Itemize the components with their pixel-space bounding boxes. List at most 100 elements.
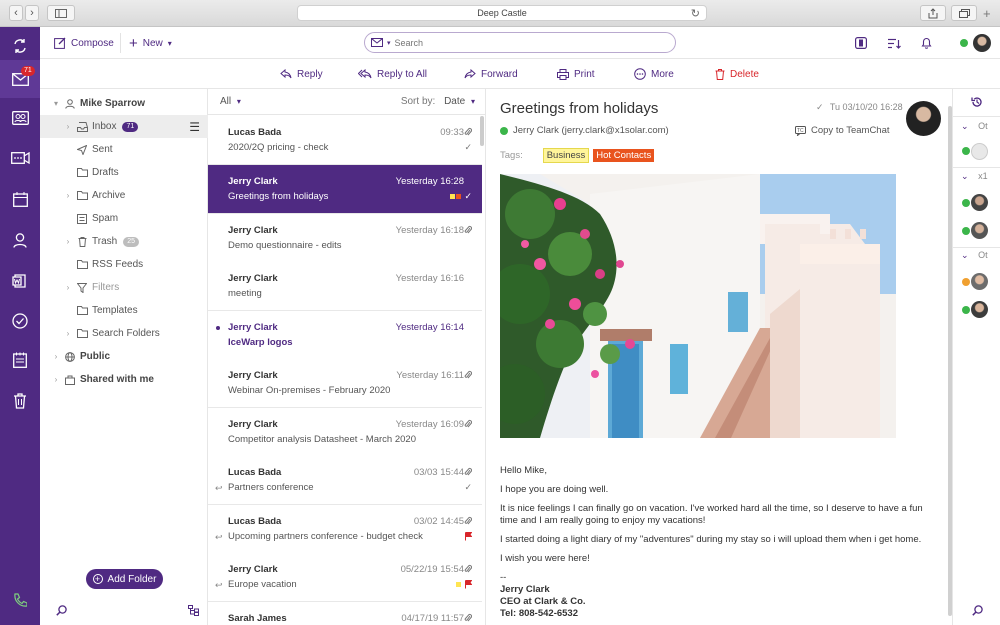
contact-avatar[interactable]	[971, 301, 988, 318]
expand-arrow-icon[interactable]: ›	[50, 352, 62, 361]
tag-hot-contacts[interactable]: Hot Contacts	[593, 149, 655, 162]
collapse-arrow-icon[interactable]: ▾	[50, 99, 62, 108]
globe-icon	[62, 351, 78, 362]
message-row[interactable]: Lucas Bada 03/02 14:45 ↩ Upcoming partne…	[208, 505, 482, 554]
contact-group-1[interactable]: ⌄ Ot	[961, 121, 988, 132]
new-tab-icon[interactable]: +	[983, 6, 991, 21]
forward-button[interactable]: Forward	[464, 59, 518, 89]
expand-arrow-icon[interactable]: ›	[62, 237, 74, 246]
folder-rss[interactable]: RSS Feeds	[40, 253, 208, 276]
hamburger-icon[interactable]: ☰	[189, 120, 200, 134]
contact-avatar[interactable]	[971, 273, 988, 290]
reply-button[interactable]: Reply	[280, 59, 323, 89]
folder-templates[interactable]: Templates	[40, 299, 208, 322]
folder-search-icon[interactable]	[56, 605, 67, 619]
rail-video[interactable]	[0, 139, 40, 177]
delete-button[interactable]: Delete	[715, 59, 759, 89]
expand-arrow-icon[interactable]: ›	[62, 283, 74, 292]
sender-avatar[interactable]	[906, 101, 941, 136]
filters-label: Filters	[92, 282, 120, 293]
message-row[interactable]: Jerry Clark Yesterday 16:09 Competitor a…	[208, 408, 482, 457]
message-row[interactable]: Jerry Clark Yesterday 16:18 Demo questio…	[208, 214, 482, 263]
history-icon[interactable]	[971, 96, 983, 111]
expand-arrow-icon[interactable]: ›	[50, 375, 62, 384]
reload-icon[interactable]: ↻	[691, 7, 700, 20]
sort-value: Date	[444, 96, 466, 107]
expand-arrow-icon[interactable]: ›	[62, 191, 74, 200]
search-dropdown-icon[interactable]: ▾	[387, 39, 391, 47]
public-node[interactable]: › Public	[40, 345, 208, 368]
folder-tree-icon[interactable]	[188, 605, 199, 619]
filter-settings-button[interactable]	[888, 27, 901, 59]
sort-dropdown[interactable]: Sort by: Date ▾	[401, 96, 475, 107]
tabs-button[interactable]	[951, 5, 977, 21]
email-body: Hello Mike, I hope you are doing well. I…	[500, 465, 940, 620]
rail-contacts[interactable]	[0, 99, 40, 137]
user-icon	[62, 98, 78, 109]
rail-phone[interactable]	[0, 581, 40, 619]
email-sender[interactable]: Jerry Clark (jerry.clark@x1solar.com)	[500, 125, 669, 136]
back-button[interactable]: ‹	[9, 5, 23, 21]
folder-spam[interactable]: Spam	[40, 207, 208, 230]
rail-tasks[interactable]	[0, 302, 40, 340]
contact-avatar[interactable]	[971, 222, 988, 239]
folder-drafts[interactable]: Drafts	[40, 161, 208, 184]
message-row[interactable]: Jerry Clark Yesterday 16:11 Webinar On-p…	[208, 359, 482, 408]
rail-notes[interactable]	[0, 341, 40, 379]
message-row[interactable]: Jerry Clark Yesterday 16:16 meeting	[208, 262, 482, 311]
contacts-search-icon[interactable]	[972, 605, 983, 619]
filter-dropdown[interactable]: All ▾	[220, 96, 241, 107]
search-input[interactable]	[394, 37, 655, 48]
message-row[interactable]: Lucas Bada 03/03 15:44 ↩ Partners confer…	[208, 456, 482, 505]
tag-business[interactable]: Business	[542, 148, 590, 163]
contact-avatar[interactable]	[971, 143, 988, 160]
rail-documents[interactable]	[0, 261, 40, 299]
contact-group-3[interactable]: ⌄ Ot	[961, 250, 988, 261]
message-row-selected[interactable]: Jerry Clark Yesterday 16:28 Greetings fr…	[208, 165, 482, 214]
folder-icon	[74, 191, 90, 200]
rail-trash[interactable]	[0, 382, 40, 420]
rail-calendar[interactable]	[0, 180, 40, 218]
expand-arrow-icon[interactable]: ›	[62, 329, 74, 338]
folder-trash[interactable]: › Trash 25	[40, 230, 208, 253]
folder-search-folders[interactable]: › Search Folders	[40, 322, 208, 345]
list-scrollbar[interactable]	[480, 116, 484, 146]
contact-avatar[interactable]	[971, 194, 988, 211]
mail-badge: 71	[21, 66, 35, 76]
reply-all-button[interactable]: Reply to All	[358, 59, 427, 89]
message-row-unread[interactable]: Jerry Clark Yesterday 16:14 IceWarp logo…	[208, 311, 482, 360]
reading-pane: Greetings from holidays ✓ Tu 03/10/20 16…	[486, 89, 950, 625]
shared-node[interactable]: › Shared with me	[40, 368, 208, 391]
add-folder-button[interactable]: + Add Folder	[86, 569, 163, 589]
user-avatar-button[interactable]	[960, 27, 991, 59]
folder-filters[interactable]: › Filters	[40, 276, 208, 299]
message-subject: Competitor analysis Datasheet - March 20…	[228, 434, 416, 445]
group-label: x1	[978, 171, 988, 181]
rail-people[interactable]	[0, 221, 40, 259]
attachment-icon	[464, 127, 472, 136]
sidebar-toggle-button[interactable]	[47, 5, 75, 21]
address-bar[interactable]: Deep Castle ↻	[297, 5, 707, 21]
share-button[interactable]	[920, 5, 946, 21]
new-button[interactable]: + New ▾	[129, 27, 172, 59]
layout-button[interactable]	[855, 27, 867, 59]
signature-tel: Tel: 808-542-6532	[500, 608, 578, 619]
account-node[interactable]: ▾ Mike Sparrow	[40, 92, 208, 115]
search-box[interactable]: ▾	[364, 32, 676, 53]
rail-mail[interactable]: 71	[0, 60, 40, 98]
expand-arrow-icon[interactable]: ›	[62, 122, 74, 131]
folder-archive[interactable]: › Archive	[40, 184, 208, 207]
print-button[interactable]: Print	[557, 59, 595, 89]
copy-to-teamchat-button[interactable]: TC Copy to TeamChat	[795, 125, 890, 136]
chevron-down-icon: ▾	[167, 38, 172, 48]
folder-sent[interactable]: Sent	[40, 138, 208, 161]
forward-nav-button[interactable]: ›	[25, 5, 39, 21]
compose-button[interactable]: Compose	[54, 27, 114, 59]
more-button[interactable]: More	[634, 59, 674, 89]
message-row[interactable]: Lucas Bada 09:33 2020/2Q pricing - check…	[208, 116, 482, 165]
message-row[interactable]: Sarah James 04/17/19 11:57	[208, 602, 482, 625]
folder-inbox[interactable]: › Inbox 71 ☰	[40, 115, 208, 138]
message-row[interactable]: Jerry Clark 05/22/19 15:54 ↩ Europe vaca…	[208, 553, 482, 602]
notifications-button[interactable]	[921, 27, 932, 59]
contact-group-2[interactable]: ⌄ x1	[961, 171, 988, 182]
